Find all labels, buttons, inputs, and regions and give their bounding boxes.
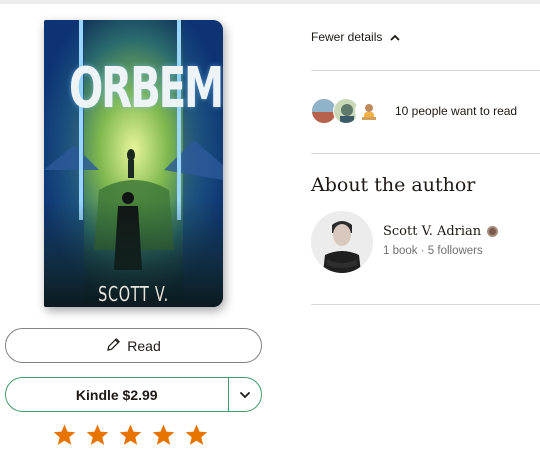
kindle-price-label[interactable]: Kindle $2.99 [6, 378, 228, 411]
buy-options-dropdown[interactable] [229, 378, 261, 411]
star-icon[interactable] [151, 423, 176, 447]
star-icon[interactable] [184, 423, 209, 447]
fewer-details-toggle[interactable]: Fewer details [311, 30, 400, 44]
about-author-heading: About the author [311, 174, 476, 196]
star-icon[interactable] [52, 423, 77, 447]
kindle-buy-button[interactable]: Kindle $2.99 [5, 377, 262, 412]
book-cover[interactable]: ORBEM SCOTT V. ADRIAN [44, 20, 223, 307]
read-button[interactable]: Read [5, 328, 262, 363]
author-stats: 1 book · 5 followers [383, 245, 483, 257]
top-divider [0, 0, 540, 4]
cover-title: ORBEM [69, 56, 223, 121]
section-divider [311, 70, 540, 71]
fewer-details-label: Fewer details [311, 30, 383, 44]
section-divider [311, 304, 540, 305]
stats-separator: · [420, 245, 425, 257]
avatar[interactable] [355, 98, 381, 124]
chevron-up-icon [390, 30, 400, 44]
reader-avatars[interactable] [311, 98, 381, 124]
author-name[interactable]: Scott V. Adrian [383, 224, 481, 239]
author-badge-icon [487, 226, 499, 237]
star-icon[interactable] [118, 423, 143, 447]
star-rating[interactable] [52, 423, 209, 447]
star-icon[interactable] [85, 423, 110, 447]
section-divider [311, 153, 540, 154]
chevron-down-icon [239, 386, 251, 404]
author-name-link[interactable]: Scott V. Adrian [383, 224, 499, 239]
author-book-count: 1 book [383, 245, 418, 257]
read-button-label: Read [127, 337, 161, 354]
pencil-icon [106, 337, 121, 355]
cover-author: SCOTT V. ADRIAN [98, 282, 169, 307]
author-avatar[interactable] [311, 211, 373, 273]
author-followers: 5 followers [427, 245, 483, 257]
want-to-read-count[interactable]: 10 people want to read [395, 104, 517, 118]
